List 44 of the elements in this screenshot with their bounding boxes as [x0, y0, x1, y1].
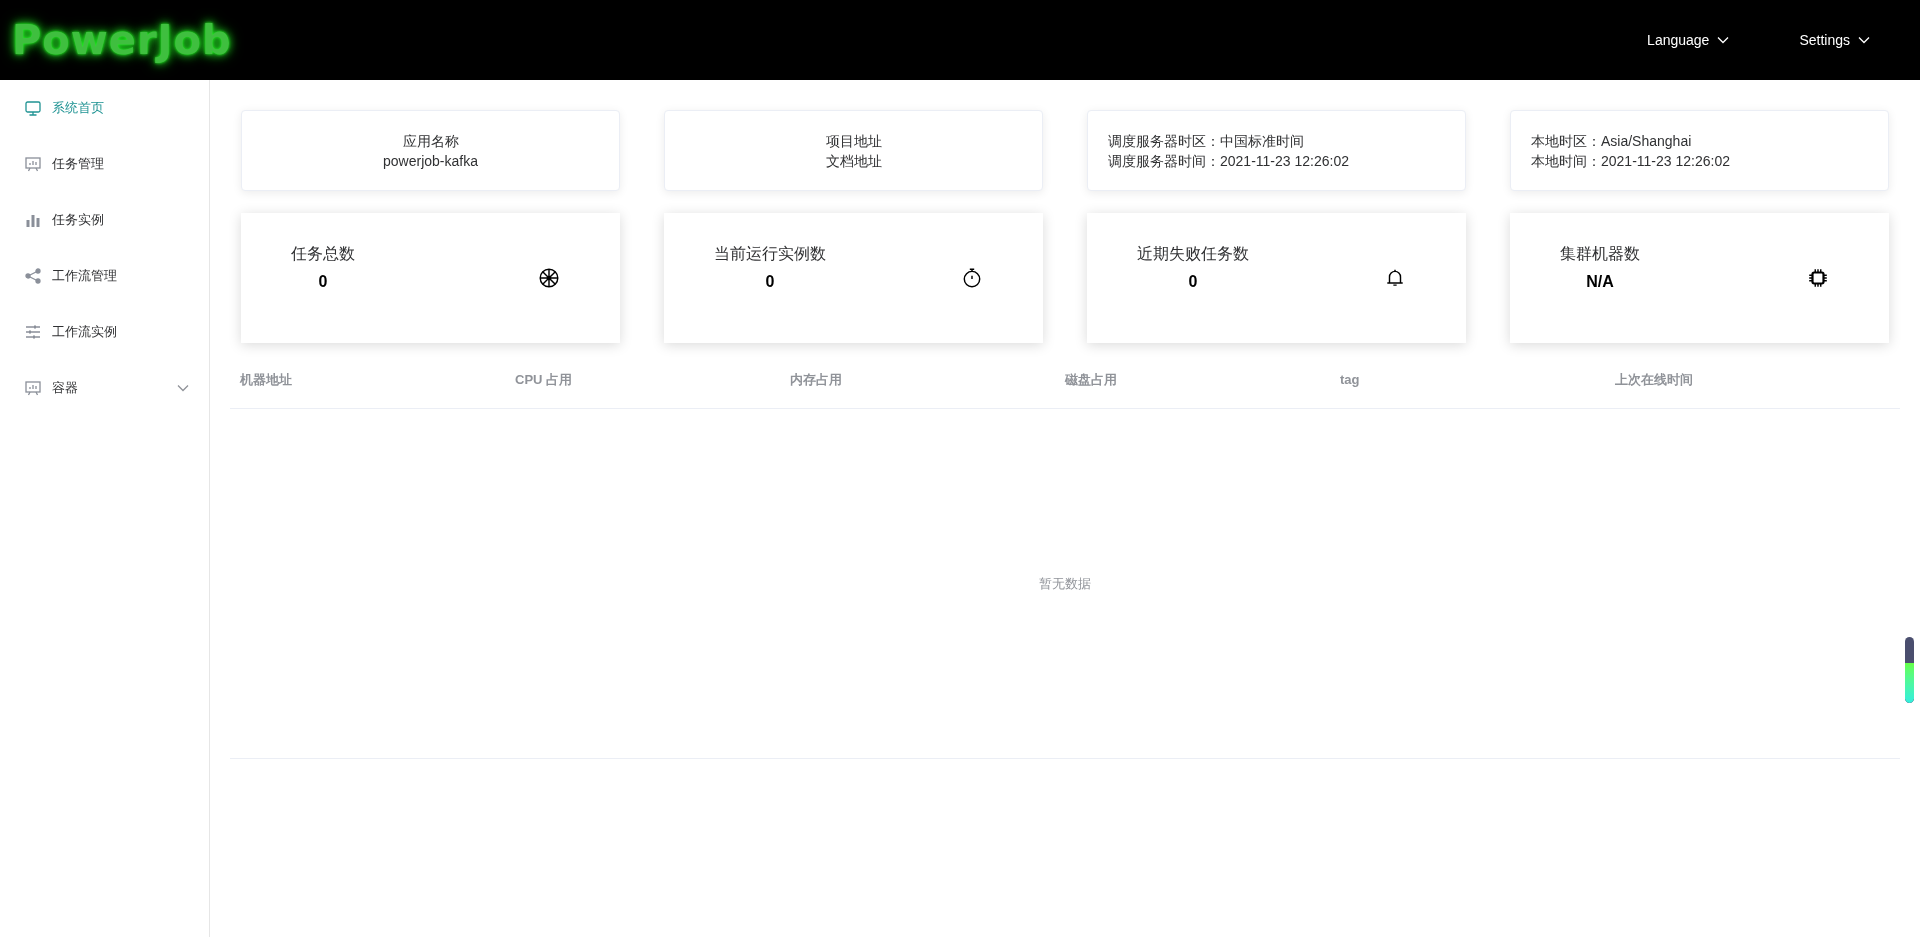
scroll-widget-drawing — [1905, 637, 1914, 703]
menu-dropdown[interactable]: Language — [1627, 0, 1750, 80]
column-header: 磁盘占用 — [1065, 370, 1118, 389]
sidebar-item[interactable]: 工作流管理 — [0, 248, 209, 304]
logo: PowerJob — [12, 16, 232, 65]
chevron-down-icon — [1717, 36, 1730, 44]
stat-value: N/A — [1586, 272, 1614, 292]
stat-value: 0 — [1188, 272, 1198, 292]
monitor-icon — [24, 99, 42, 117]
info-text: 调度服务器时间：2021-11-23 12:26:02 — [1108, 151, 1349, 171]
info-text: powerjob-kafka — [383, 151, 478, 171]
sidebar-item[interactable]: 工作流实例 — [0, 304, 209, 360]
column-header: 机器地址 — [240, 370, 293, 389]
info-text: 文档地址 — [825, 151, 882, 171]
stat-label: 近期失败任务数 — [1137, 244, 1249, 264]
sidebar-item[interactable]: 容器 — [0, 360, 209, 416]
stopwatch-icon — [961, 267, 983, 289]
sidebar-item[interactable]: 任务实例 — [0, 192, 209, 248]
stat-label: 当前运行实例数 — [714, 244, 826, 264]
menu-dropdown[interactable]: Settings — [1779, 0, 1890, 80]
sidebar-item[interactable]: 系统首页 — [0, 80, 209, 136]
info-text: 本地时间：2021-11-23 12:26:02 — [1531, 151, 1730, 171]
chevron-down-icon — [1858, 36, 1870, 44]
info-text: 调度服务器时区：中国标准时间 — [1108, 131, 1304, 151]
stat-label: 集群机器数 — [1560, 244, 1640, 264]
wheel-icon — [538, 267, 560, 289]
column-header: tag — [1340, 370, 1361, 389]
stat-value: 0 — [318, 272, 328, 292]
bell-icon — [1384, 267, 1406, 289]
chip-icon — [1807, 267, 1829, 289]
stat-value: 0 — [765, 272, 775, 292]
info-text: 应用名称 — [402, 131, 459, 151]
presentation-board-icon — [24, 379, 42, 397]
sliders-icon — [24, 323, 42, 341]
info-text: 本地时区：Asia/Shanghai — [1531, 131, 1692, 151]
column-header: 内存占用 — [790, 370, 843, 389]
column-header: 上次在线时间 — [1615, 370, 1694, 389]
column-header: CPU 占用 — [515, 370, 574, 389]
stat-label: 任务总数 — [291, 244, 355, 264]
sidebar-item[interactable]: 任务管理 — [0, 136, 209, 192]
empty-message: 暂无数据 — [1039, 574, 1091, 593]
presentation-board-icon — [24, 155, 42, 173]
info-text: 项目地址 — [825, 131, 882, 151]
share-icon — [24, 267, 42, 285]
